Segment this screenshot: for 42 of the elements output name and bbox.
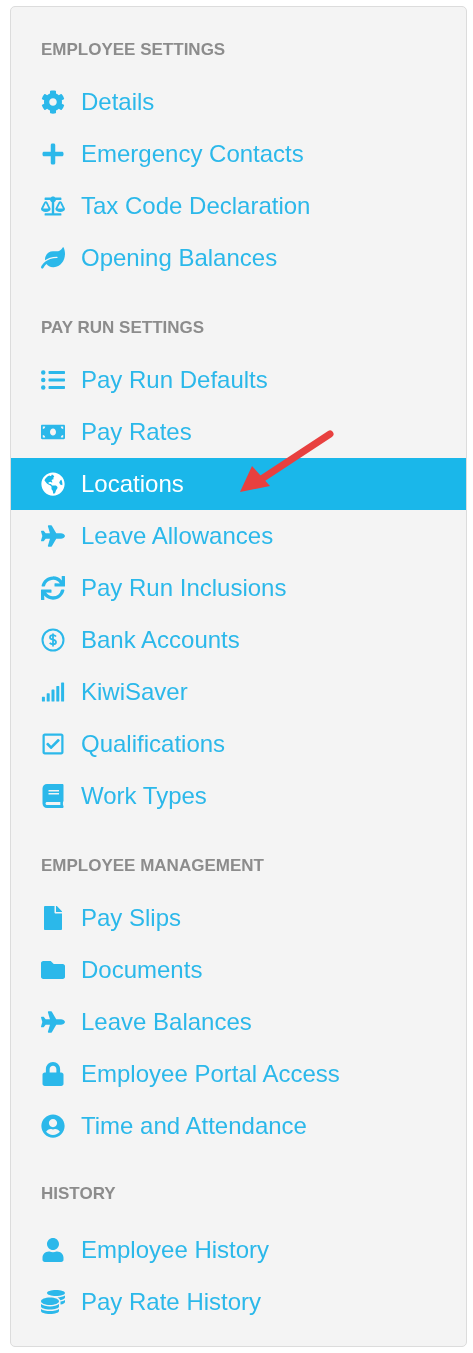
plane-icon (41, 1010, 65, 1034)
refresh-icon (41, 576, 65, 600)
gear-icon (41, 90, 65, 114)
nav-item[interactable]: Leave Allowances (11, 510, 466, 562)
nav-item[interactable]: Qualifications (11, 718, 466, 770)
leaf-icon (41, 246, 65, 270)
section-heading: HISTORY (40, 1184, 117, 1204)
nav-item[interactable]: Emergency Contacts (11, 128, 466, 180)
plane-icon (41, 524, 65, 548)
book-icon (41, 784, 65, 808)
nav-item[interactable]: Pay Rates (11, 406, 466, 458)
section-heading: EMPLOYEE MANAGEMENT (40, 856, 265, 876)
dollar-circle-icon (41, 628, 65, 652)
nav-item[interactable]: Pay Slips (11, 892, 466, 944)
section-heading: EMPLOYEE SETTINGS (40, 40, 227, 60)
section-heading: PAY RUN SETTINGS (40, 318, 206, 338)
nav-item[interactable]: Pay Run Defaults (11, 354, 466, 406)
nav-item[interactable]: Pay Run Inclusions (11, 562, 466, 614)
signal-bars-icon (41, 680, 65, 704)
nav-item[interactable]: Tax Code Declaration (11, 180, 466, 232)
nav-item[interactable]: Documents (11, 944, 466, 996)
list-icon (41, 368, 65, 392)
nav-item[interactable]: Locations (11, 458, 466, 510)
nav-item[interactable]: Work Types (11, 770, 466, 822)
folder-icon (41, 958, 65, 982)
scales-icon (41, 194, 65, 218)
nav-item[interactable]: Leave Balances (11, 996, 466, 1048)
nav-item[interactable]: KiwiSaver (11, 666, 466, 718)
plus-icon (41, 142, 65, 166)
nav-item[interactable]: Opening Balances (11, 232, 466, 284)
globe-icon (41, 472, 65, 496)
nav-item[interactable]: Employee History (11, 1224, 466, 1276)
nav-item[interactable]: Time and Attendance (11, 1100, 466, 1152)
nav-item[interactable]: Details (11, 76, 466, 128)
nav-item[interactable]: Employee Portal Access (11, 1048, 466, 1100)
nav-item[interactable]: Pay Rate History (11, 1276, 466, 1328)
coins-icon (41, 1290, 65, 1314)
nav-item[interactable]: Bank Accounts (11, 614, 466, 666)
checkbox-icon (41, 732, 65, 756)
lock-icon (41, 1062, 65, 1086)
user-icon (41, 1238, 65, 1262)
file-icon (41, 906, 65, 930)
